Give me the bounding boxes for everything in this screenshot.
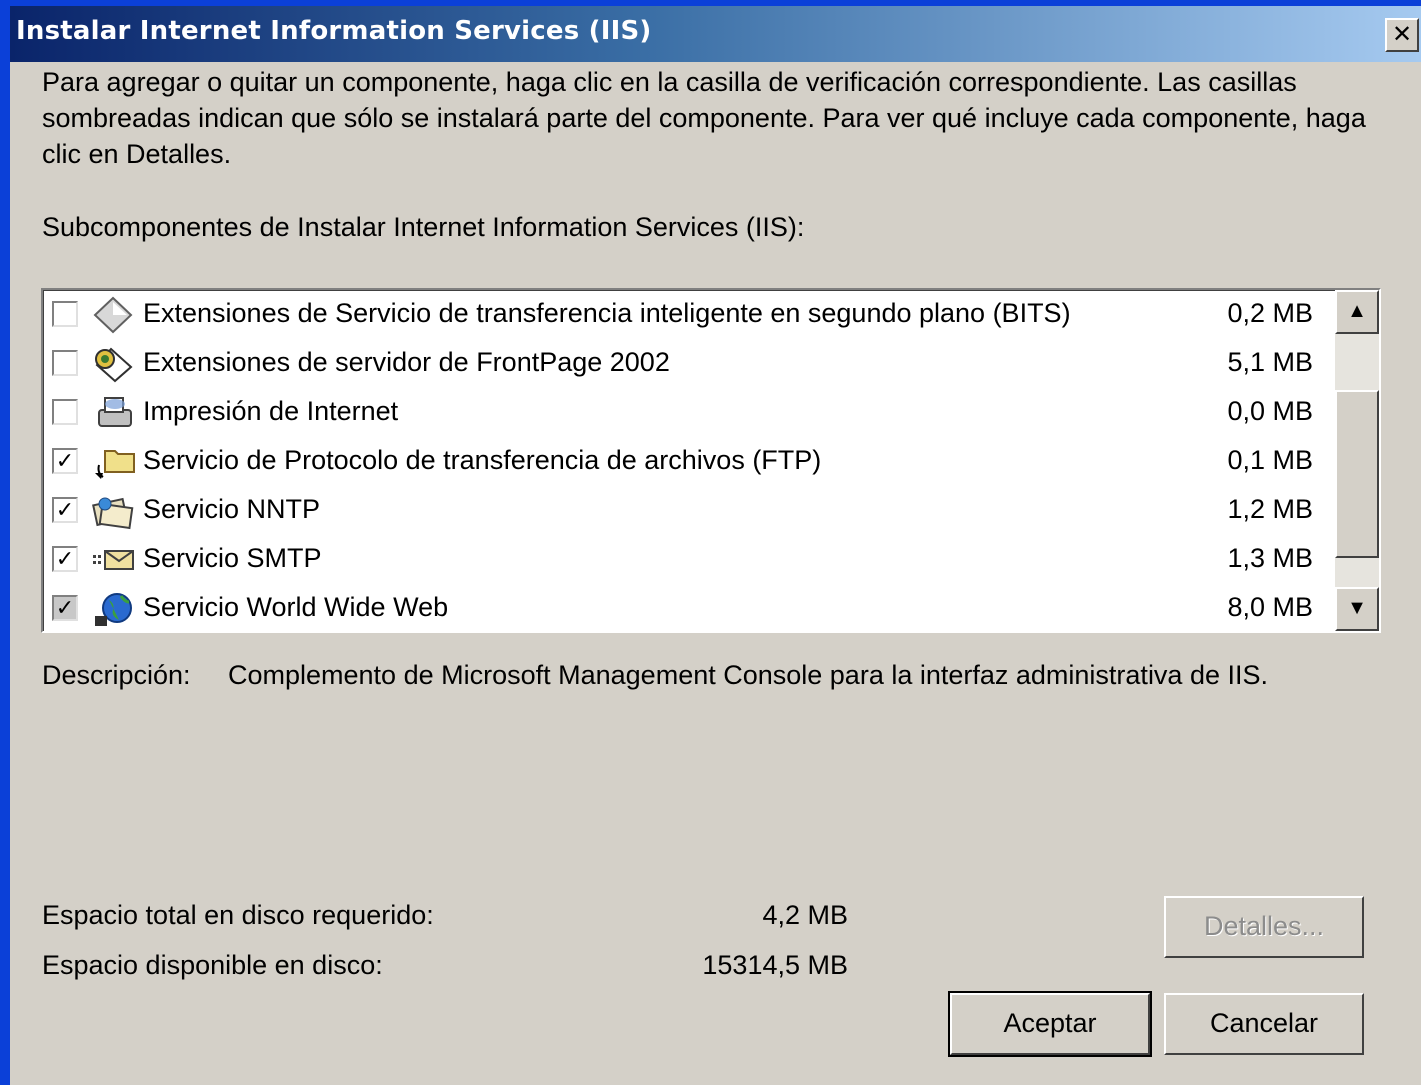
description-text: Complemento de Microsoft Management Cons…: [228, 660, 1269, 690]
component-size: 1,3 MB: [1227, 543, 1313, 573]
printer-icon: [91, 394, 137, 432]
list-item[interactable]: Impresión de Internet 0,0 MB: [43, 388, 1333, 437]
component-name: Impresión de Internet: [143, 396, 399, 426]
component-checkbox[interactable]: ✓: [52, 448, 78, 474]
component-checkbox[interactable]: ✓: [52, 546, 78, 572]
scroll-down-button[interactable]: ▼: [1335, 587, 1379, 631]
component-size: 0,2 MB: [1227, 298, 1313, 328]
folder-icon: [91, 443, 137, 481]
component-size: 0,1 MB: [1227, 445, 1313, 475]
title-bar[interactable]: Instalar Internet Information Services (…: [10, 6, 1421, 62]
required-space-label: Espacio total en disco requerido:: [42, 900, 434, 930]
description-label: Descripción:: [42, 660, 191, 690]
list-item[interactable]: Extensiones de servidor de FrontPage 200…: [43, 339, 1333, 388]
details-button[interactable]: Detalles...: [1164, 896, 1364, 958]
component-name: Servicio World Wide Web: [143, 592, 449, 622]
list-item[interactable]: ✓ Servicio SMTP 1,3 MB: [43, 535, 1333, 584]
ok-button[interactable]: Aceptar: [948, 991, 1152, 1057]
list-item[interactable]: ✓ Servicio de Protocolo de transferencia …: [43, 437, 1333, 486]
component-size: 5,1 MB: [1227, 347, 1313, 377]
component-checkbox[interactable]: ✓: [52, 595, 78, 621]
list-item[interactable]: Extensiones de Servicio de transferencia…: [43, 290, 1333, 339]
subcomponents-list[interactable]: Extensiones de Servicio de transferencia…: [41, 288, 1381, 633]
arrow-up-icon: ▲: [1347, 300, 1367, 322]
scroll-up-button[interactable]: ▲: [1335, 290, 1379, 334]
close-icon: ✕: [1391, 20, 1413, 48]
news-icon: [91, 492, 137, 530]
mail-icon: [91, 541, 137, 579]
required-space-value: 4,2 MB: [762, 900, 848, 930]
list-item[interactable]: ✓ Servicio NNTP 1,2 MB: [43, 486, 1333, 535]
subcomponents-label: Subcomponentes de Instalar Internet Info…: [42, 212, 805, 242]
component-checkbox[interactable]: [52, 350, 78, 376]
component-size: 0,0 MB: [1227, 396, 1313, 426]
component-name: Extensiones de servidor de FrontPage 200…: [143, 347, 670, 377]
instructions-text: Para agregar o quitar un componente, hag…: [42, 67, 1366, 169]
component-checkbox[interactable]: [52, 399, 78, 425]
arrow-down-icon: ▼: [1347, 597, 1367, 619]
component-size: 1,2 MB: [1227, 494, 1313, 524]
available-space-label: Espacio disponible en disco:: [42, 950, 383, 980]
diamond-icon: [91, 296, 137, 334]
install-iis-dialog: Instalar Internet Information Services (…: [10, 6, 1421, 1085]
component-checkbox[interactable]: ✓: [52, 497, 78, 523]
available-space-value: 15314,5 MB: [702, 950, 848, 980]
list-scrollbar[interactable]: ▲ ▼: [1335, 290, 1379, 631]
frontpage-icon: [91, 345, 137, 383]
component-size: 8,0 MB: [1227, 592, 1313, 622]
window-title: Instalar Internet Information Services (…: [16, 16, 652, 46]
component-name: Servicio de Protocolo de transferencia d…: [143, 445, 822, 475]
list-item[interactable]: ✓ Servicio World Wide Web 8,0 MB: [43, 584, 1333, 631]
component-name: Extensiones de Servicio de transferencia…: [143, 298, 1071, 328]
component-name: Servicio SMTP: [143, 543, 322, 573]
scroll-thumb[interactable]: [1335, 390, 1379, 558]
cancel-button[interactable]: Cancelar: [1164, 993, 1364, 1055]
component-name: Servicio NNTP: [143, 494, 321, 524]
close-button[interactable]: ✕: [1385, 18, 1419, 52]
globe-icon: [91, 590, 137, 628]
component-checkbox[interactable]: [52, 301, 78, 327]
